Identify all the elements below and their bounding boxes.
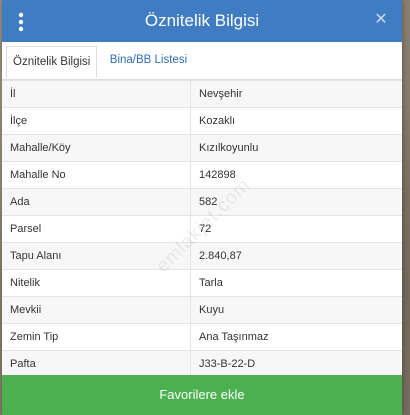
attribute-label: Tapu Alanı [2, 242, 191, 270]
dialog-header: Öznitelik Bilgisi ✕ [2, 0, 402, 42]
attribute-label: Pafta [2, 350, 191, 377]
attribute-value: 2.840,87 [190, 242, 402, 270]
attribute-value: Nevşehir [190, 80, 402, 108]
attribute-label: Mahalle No [2, 161, 191, 189]
table-row: İlçe Kozaklı [2, 107, 402, 135]
table-row: Pafta J33-B-22-D [2, 350, 402, 377]
table-row: Zemin Tip Ana Taşınmaz [2, 323, 402, 351]
attribute-label: İl [2, 80, 191, 108]
table-row: İl Nevşehir [2, 80, 402, 108]
close-icon[interactable]: ✕ [372, 10, 390, 30]
table-row: Parsel 72 [2, 215, 402, 243]
tab-attribute-info[interactable]: Öznitelik Bilgisi [6, 46, 98, 78]
table-row: Mahalle/Köy Kızılkoyunlu [2, 134, 402, 162]
tab-bar: Öznitelik Bilgisi Bina/BB Listesi [2, 42, 402, 80]
attribute-dialog: Öznitelik Bilgisi ✕ Öznitelik Bilgisi Bi… [2, 0, 402, 415]
attribute-label: Mahalle/Köy [2, 134, 191, 162]
add-to-favorites-button[interactable]: Favorilere ekle [2, 375, 402, 415]
table-row: Mevkii Kuyu [2, 296, 402, 324]
attribute-value: Tarla [190, 269, 402, 297]
attribute-label: Zemin Tip [2, 323, 191, 351]
attribute-label: Parsel [2, 215, 191, 243]
dialog-title: Öznitelik Bilgisi [144, 11, 260, 30]
tab-building-list[interactable]: Bina/BB Listesi [104, 45, 193, 75]
attribute-label: İlçe [2, 107, 191, 135]
attribute-label: Ada [2, 188, 191, 216]
table-row: Tapu Alanı 2.840,87 [2, 242, 402, 270]
attribute-value: Kozaklı [190, 107, 402, 135]
attribute-label: Nitelik [2, 269, 191, 297]
table-row: Ada 582 [2, 188, 402, 216]
attribute-value: Kuyu [190, 296, 402, 324]
attribute-value: Ana Taşınmaz [190, 323, 402, 351]
attribute-table: İl Nevşehir İlçe Kozaklı Mahalle/Köy Kız… [2, 80, 402, 377]
attribute-label: Mevkii [2, 296, 191, 324]
attribute-value: 582 [190, 188, 402, 216]
table-row: Nitelik Tarla [2, 269, 402, 297]
table-row: Mahalle No 142898 [2, 161, 402, 189]
attribute-value: 142898 [190, 161, 402, 189]
attribute-value: J33-B-22-D [190, 350, 402, 377]
attribute-value: 72 [190, 215, 402, 243]
attribute-value: Kızılkoyunlu [190, 134, 402, 162]
